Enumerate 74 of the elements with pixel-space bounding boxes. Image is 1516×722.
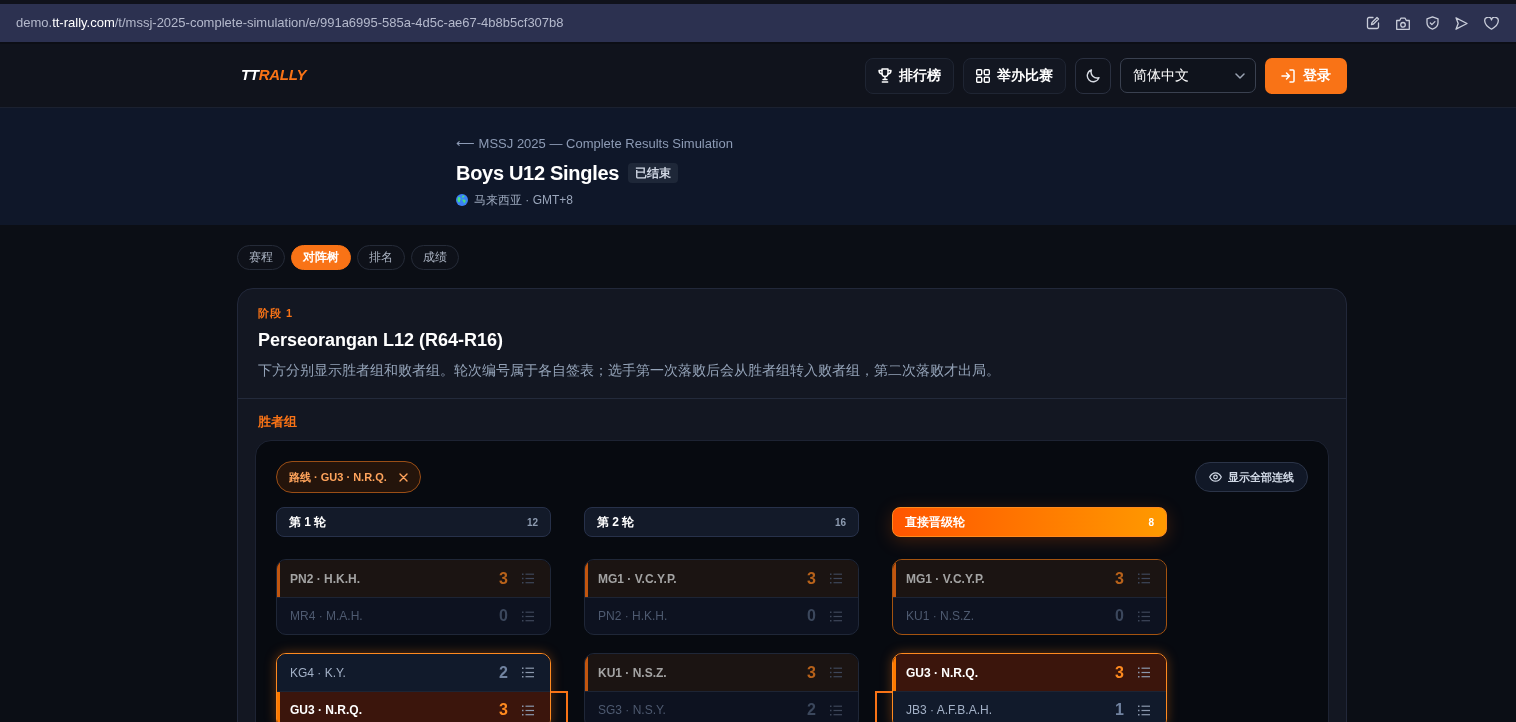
trophy-icon xyxy=(878,68,892,83)
player-row[interactable]: GU3 · N.R.Q. 3 xyxy=(893,654,1166,691)
route-filter-chip[interactable]: 路线 · GU3 · N.R.Q. xyxy=(276,461,421,493)
list-icon[interactable] xyxy=(1138,704,1150,716)
round-title: 直接晋级轮 xyxy=(905,514,965,531)
score: 2 xyxy=(498,662,508,683)
score: 2 xyxy=(806,700,816,720)
score: 3 xyxy=(1114,568,1124,589)
player-row[interactable]: MG1 · V.C.Y.P. 3 xyxy=(585,560,858,597)
player-row[interactable]: KU1 · N.S.Z. 3 xyxy=(585,654,858,691)
heart-icon[interactable] xyxy=(1484,16,1499,30)
back-link[interactable]: ⟵ MSSJ 2025 — Complete Results Simulation xyxy=(456,136,733,151)
round-title: 第 2 轮 xyxy=(597,514,635,531)
player-name: JB3 · A.F.B.A.H. xyxy=(906,702,994,719)
caret-icon xyxy=(1235,72,1245,79)
stage-title: Perseorangan L12 (R64-R16) xyxy=(258,329,505,352)
stage-description: 下方分别显示胜者组和败者组。轮次编号属于各自签表；选手第一次落败后会从胜者组转入败者组，第二次落败才出局。 xyxy=(258,361,1001,380)
eye-icon xyxy=(1209,472,1222,482)
status-badge: 已结束 xyxy=(628,163,679,183)
theme-toggle-button[interactable] xyxy=(1075,57,1111,94)
close-icon[interactable] xyxy=(398,472,408,482)
list-icon[interactable] xyxy=(1138,667,1150,678)
match-count: 8 xyxy=(1148,515,1154,530)
player-name: KU1 · N.S.Z. xyxy=(598,664,668,682)
score: 0 xyxy=(498,606,508,626)
score: 3 xyxy=(498,700,508,720)
score: 3 xyxy=(498,568,508,589)
score: 0 xyxy=(806,606,816,626)
logo[interactable]: TTRALLY xyxy=(237,64,307,87)
score: 0 xyxy=(1114,606,1124,626)
tab[interactable]: 赛程 xyxy=(237,245,285,270)
list-icon[interactable] xyxy=(522,667,534,678)
shield-icon[interactable] xyxy=(1426,16,1439,30)
leaderboard-button[interactable]: 排行榜 xyxy=(865,57,954,94)
match-count: 16 xyxy=(834,515,846,530)
url-field[interactable]: demo.tt-rally.com/t/mssj-2025-complete-simulation/e/991a6995-585a-4d5c-ae67-4b8b5cf307b8 xyxy=(16,13,564,33)
player-name: MR4 · M.A.H. xyxy=(290,608,364,625)
player-row[interactable]: JB3 · A.F.B.A.H. 1 xyxy=(893,691,1166,722)
play-icon[interactable] xyxy=(1455,16,1468,30)
section-label: 胜者组 xyxy=(257,413,298,431)
player-name: GU3 · N.R.Q. xyxy=(290,702,363,719)
tab[interactable]: 排名 xyxy=(357,245,405,270)
player-name: PN2 · H.K.H. xyxy=(290,570,361,588)
location-text: 马来西亚 · GMT+8 xyxy=(474,192,573,208)
globe-icon xyxy=(456,194,468,206)
player-name: GU3 · N.R.Q. xyxy=(906,664,979,682)
player-name: KU1 · N.S.Z. xyxy=(906,608,975,625)
grid-icon xyxy=(976,68,990,83)
show-all-lines-button[interactable]: 显示全部连线 xyxy=(1195,462,1308,492)
tab[interactable]: 成绩 xyxy=(411,245,459,270)
score: 1 xyxy=(1114,700,1124,720)
player-row[interactable]: KG4 · K.Y. 2 xyxy=(277,654,550,691)
player-name: SG3 · N.S.Y. xyxy=(598,702,667,719)
login-icon xyxy=(1281,68,1295,83)
player-row[interactable]: MG1 · V.C.Y.P. 3 xyxy=(893,560,1166,597)
round-title: 第 1 轮 xyxy=(289,514,327,531)
list-icon[interactable] xyxy=(522,704,534,716)
score: 3 xyxy=(806,568,816,589)
player-name: PN2 · H.K.H. xyxy=(598,608,669,625)
edit-icon[interactable] xyxy=(1366,16,1380,30)
player-row[interactable]: PN2 · H.K.H. 3 xyxy=(277,560,550,597)
stage-label: 阶段 1 xyxy=(258,306,295,320)
language-select[interactable]: 简体中文 xyxy=(1120,58,1256,93)
match-count: 12 xyxy=(526,515,538,530)
score: 3 xyxy=(1114,662,1124,683)
player-name: MG1 · V.C.Y.P. xyxy=(906,570,986,588)
player-name: MG1 · V.C.Y.P. xyxy=(598,570,678,588)
camera-icon[interactable] xyxy=(1396,16,1410,30)
player-name: KG4 · K.Y. xyxy=(290,664,347,682)
score: 3 xyxy=(806,662,816,683)
host-event-button[interactable]: 举办比赛 xyxy=(963,57,1066,94)
moon-icon xyxy=(1086,68,1100,83)
event-title: Boys U12 Singles xyxy=(456,161,620,186)
player-row[interactable]: GU3 · N.R.Q. 3 xyxy=(277,691,550,722)
